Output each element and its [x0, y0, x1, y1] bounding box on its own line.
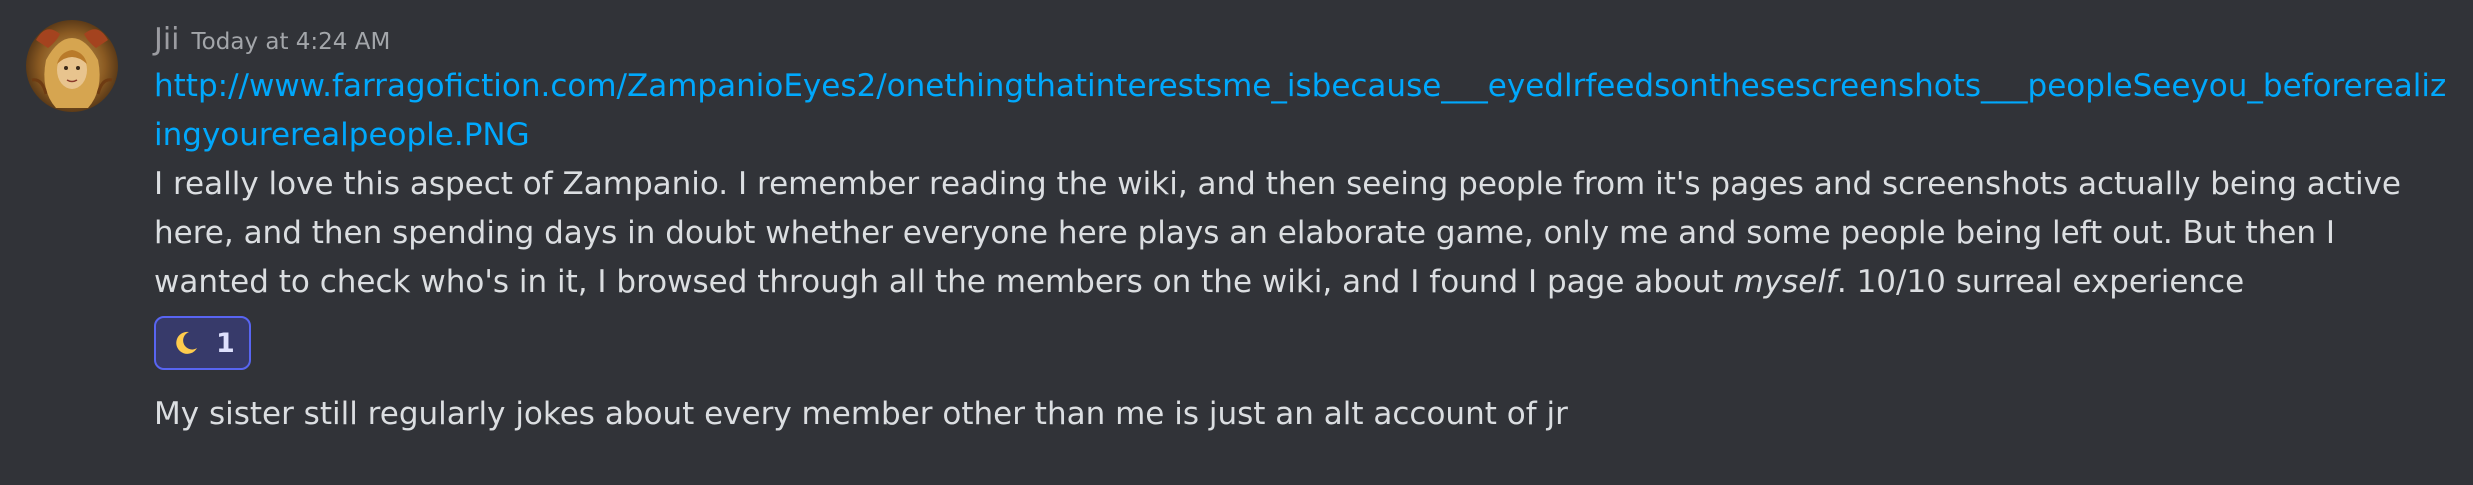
- message-header: Jii Today at 4:24 AM: [154, 18, 2447, 62]
- user-avatar[interactable]: [26, 20, 118, 112]
- message-link[interactable]: http://www.farragofiction.com/ZampanioEy…: [154, 62, 2447, 160]
- username[interactable]: Jii: [154, 18, 180, 62]
- timestamp[interactable]: Today at 4:24 AM: [192, 20, 391, 64]
- reaction-count: 1: [216, 327, 235, 359]
- message-text: I really love this aspect of Zampanio. I…: [154, 160, 2447, 307]
- reaction-button[interactable]: 1: [154, 316, 251, 370]
- second-message-text: My sister still regularly jokes about ev…: [154, 396, 1568, 432]
- crescent-moon-icon: [176, 331, 197, 354]
- fantasy-portrait-avatar-icon: [26, 20, 118, 112]
- message-text-emphasis: myself: [1733, 264, 1837, 300]
- message-content: Jii Today at 4:24 AM http://www.farragof…: [154, 18, 2447, 370]
- message-text-part-end: . 10/10 surreal experience: [1836, 264, 2245, 300]
